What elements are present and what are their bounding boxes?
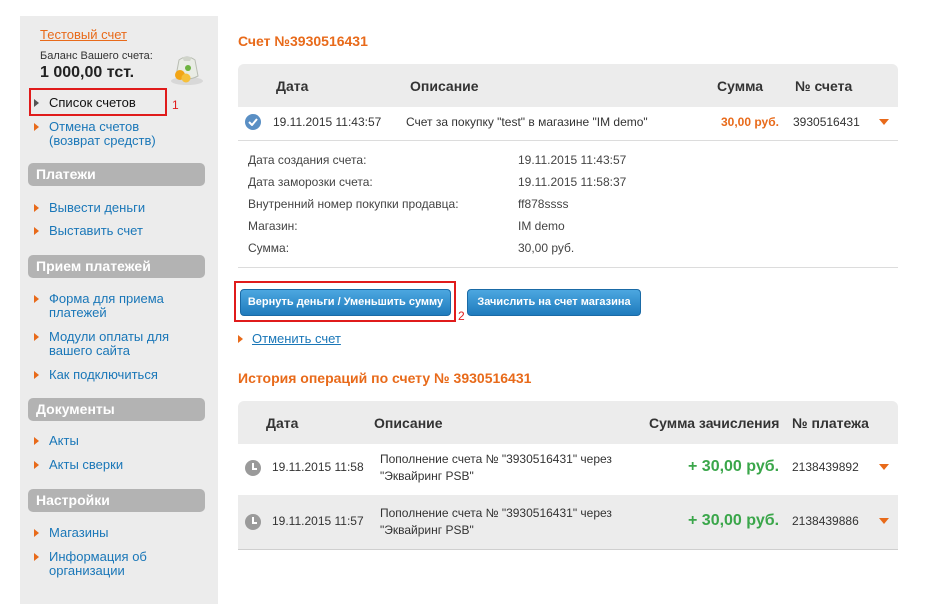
annotation-marker-1: 1 — [172, 98, 179, 112]
detail-label: Сумма: — [248, 241, 290, 255]
chevron-down-icon[interactable] — [879, 464, 889, 470]
arrow-right-icon — [34, 529, 39, 537]
arrow-right-icon — [34, 333, 39, 341]
history-description-line1: Пополнение счета № "3930516431" через — [380, 452, 612, 466]
invoice-description: Счет за покупку "test" в магазине "IM de… — [406, 115, 648, 129]
sidebar-item-label: Форма для приема платежей — [49, 291, 164, 320]
invoice-table-header: Дата Описание Сумма № счета — [238, 64, 898, 107]
sidebar-item-cancel-invoices[interactable]: Отмена счетов (возврат средств) — [34, 120, 184, 148]
arrow-right-icon — [34, 461, 39, 469]
column-header-invoice-number: № счета — [795, 78, 853, 94]
sidebar-item-label: Магазины — [49, 525, 109, 540]
arrow-right-icon — [34, 295, 39, 303]
cancel-invoice-link[interactable]: Отменить счет — [238, 331, 341, 346]
sidebar-item-label: Акты — [49, 433, 79, 448]
account-title-link[interactable]: Тестовый счет — [40, 27, 127, 42]
sidebar-item-label: Выставить счет — [49, 223, 143, 238]
arrow-right-icon — [238, 334, 243, 343]
history-description-line2: "Эквайринг PSB" — [380, 469, 474, 483]
divider — [238, 267, 898, 268]
sidebar-item-label: Модули оплаты для вашего сайта — [49, 329, 170, 358]
history-row[interactable]: 19.11.2015 11:58 Пополнение счета № "393… — [238, 441, 898, 495]
history-payment-number: 2138439892 — [792, 460, 859, 474]
sidebar-item-shops[interactable]: Магазины — [34, 526, 109, 540]
highlight-box-2 — [234, 281, 456, 322]
history-description-line1: Пополнение счета № "3930516431" через — [380, 506, 612, 520]
invoice-number: 3930516431 — [793, 115, 860, 129]
history-date: 19.11.2015 11:58 — [272, 460, 364, 474]
history-table-header: Дата Описание Сумма зачисления № платежа — [238, 401, 898, 444]
arrow-right-icon — [34, 371, 39, 379]
detail-value: ff878ssss — [518, 197, 569, 211]
section-header-settings: Настройки — [28, 489, 205, 512]
history-description-line2: "Эквайринг PSB" — [380, 523, 474, 537]
divider — [238, 140, 898, 141]
arrow-right-icon — [34, 204, 39, 212]
section-header-documents: Документы — [28, 398, 205, 421]
history-amount: + 30,00 руб. — [688, 458, 780, 475]
clock-icon — [245, 460, 261, 476]
detail-value: 19.11.2015 11:58:37 — [518, 175, 627, 189]
detail-label: Магазин: — [248, 219, 298, 233]
detail-label: Дата создания счета: — [248, 153, 367, 167]
column-header-credit-amount: Сумма зачисления — [649, 415, 780, 431]
annotation-marker-2: 2 — [458, 309, 465, 323]
balance-value: 1 000,00 тст. — [40, 64, 135, 81]
sidebar-item-acts[interactable]: Акты — [34, 434, 79, 448]
history-date: 19.11.2015 11:57 — [272, 514, 364, 528]
sidebar-item-issue-invoice[interactable]: Выставить счет — [34, 224, 143, 238]
money-bag-icon — [165, 48, 205, 88]
sidebar-item-organization-info[interactable]: Информация об организации — [34, 550, 174, 578]
column-header-description: Описание — [374, 415, 443, 431]
history-amount: + 30,00 руб. — [688, 512, 780, 529]
section-header-payment-acceptance: Прием платежей — [28, 255, 205, 278]
invoice-amount: 30,00 руб. — [721, 115, 779, 129]
history-title: История операций по счету № 3930516431 — [238, 370, 532, 386]
sidebar-item-how-to-connect[interactable]: Как подключиться — [34, 368, 158, 382]
sidebar-item-payment-modules[interactable]: Модули оплаты для вашего сайта — [34, 330, 184, 358]
detail-value: IM demo — [518, 219, 565, 233]
column-header-date: Дата — [266, 415, 299, 431]
arrow-right-icon — [34, 227, 39, 235]
detail-value: 19.11.2015 11:43:57 — [518, 153, 627, 167]
check-circle-icon — [245, 114, 261, 130]
invoice-title: Счет №3930516431 — [238, 33, 368, 49]
sidebar-item-reconciliation-acts[interactable]: Акты сверки — [34, 458, 123, 472]
arrow-right-icon — [34, 553, 39, 561]
sidebar-item-withdraw[interactable]: Вывести деньги — [34, 201, 145, 215]
invoice-date: 19.11.2015 11:43:57 — [273, 115, 382, 129]
sidebar-item-label: Информация об организации — [49, 549, 147, 578]
chevron-down-icon[interactable] — [879, 518, 889, 524]
detail-value: 30,00 руб. — [518, 241, 575, 255]
sidebar-item-label: Вывести деньги — [49, 200, 146, 215]
column-header-amount: Сумма — [717, 78, 764, 94]
clock-icon — [245, 514, 261, 530]
highlight-box-1 — [29, 88, 167, 116]
balance-label: Баланс Вашего счета: — [40, 50, 153, 62]
detail-label: Внутренний номер покупки продавца: — [248, 197, 459, 211]
divider — [238, 549, 898, 550]
column-header-description: Описание — [410, 78, 479, 94]
arrow-right-icon — [34, 123, 39, 131]
credit-to-shop-button[interactable]: Зачислить на счет магазина — [467, 289, 641, 316]
sidebar-item-label: Как подключиться — [49, 367, 158, 382]
arrow-right-icon — [34, 437, 39, 445]
detail-label: Дата заморозки счета: — [248, 175, 373, 189]
column-header-payment-number: № платежа — [792, 415, 869, 431]
history-payment-number: 2138439886 — [792, 514, 859, 528]
column-header-date: Дата — [276, 78, 309, 94]
sidebar-item-payment-form[interactable]: Форма для приема платежей — [34, 292, 184, 320]
sidebar-item-label: Отмена счетов (возврат средств) — [49, 119, 156, 148]
history-row[interactable]: 19.11.2015 11:57 Пополнение счета № "393… — [238, 495, 898, 549]
cancel-invoice-label: Отменить счет — [252, 331, 341, 346]
sidebar-item-label: Акты сверки — [49, 457, 124, 472]
section-header-payments: Платежи — [28, 163, 205, 186]
chevron-down-icon[interactable] — [879, 119, 889, 125]
